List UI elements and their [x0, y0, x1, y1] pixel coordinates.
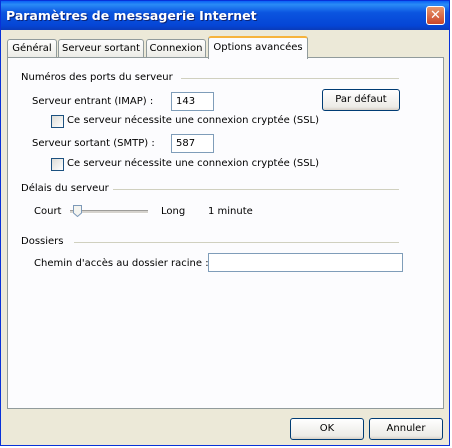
default-button[interactable]: Par défaut [322, 89, 400, 111]
ports-group-divider [181, 78, 399, 79]
close-button[interactable]: ✕ [426, 6, 445, 25]
timeouts-group-label: Délais du serveur [21, 183, 109, 194]
root-folder-label: Chemin d'accès au dossier racine : [34, 258, 209, 269]
root-folder-input[interactable] [208, 253, 403, 272]
outgoing-ssl-label: Ce serveur nécessite une connexion crypt… [67, 158, 320, 169]
outgoing-port-input[interactable]: 587 [171, 134, 214, 153]
cancel-button[interactable]: Annuler [369, 418, 443, 440]
close-icon: ✕ [430, 8, 441, 23]
incoming-ssl-checkbox[interactable] [51, 115, 64, 128]
tab-outgoing-server[interactable]: Serveur sortant [58, 39, 144, 58]
outgoing-port-label: Serveur sortant (SMTP) : [32, 138, 155, 149]
slider-short-label: Court [34, 206, 62, 217]
slider-long-label: Long [161, 206, 186, 217]
timeout-value: 1 minute [208, 206, 253, 217]
dialog-window: Paramètres de messagerie Internet ✕ Géné… [0, 0, 450, 446]
ports-group-label: Numéros des ports du serveur [21, 72, 173, 83]
tab-general[interactable]: Général [7, 39, 57, 58]
tab-connection[interactable]: Connexion [146, 39, 206, 58]
outgoing-ssl-checkbox[interactable] [51, 158, 64, 171]
incoming-ssl-label: Ce serveur nécessite une connexion crypt… [67, 115, 320, 126]
window-title: Paramètres de messagerie Internet [6, 8, 257, 23]
folders-group-divider [74, 242, 399, 243]
title-bar[interactable]: Paramètres de messagerie Internet ✕ [1, 1, 449, 30]
incoming-port-label: Serveur entrant (IMAP) : [32, 96, 154, 107]
timeouts-group-divider [113, 189, 399, 190]
timeout-slider-thumb[interactable] [73, 205, 83, 217]
folders-group-label: Dossiers [21, 236, 64, 247]
incoming-port-input[interactable]: 143 [171, 92, 214, 111]
ok-button[interactable]: OK [290, 418, 364, 440]
tab-panel: Numéros des ports du serveur Serveur ent… [7, 57, 444, 409]
tab-advanced-options[interactable]: Options avancées [208, 36, 308, 59]
